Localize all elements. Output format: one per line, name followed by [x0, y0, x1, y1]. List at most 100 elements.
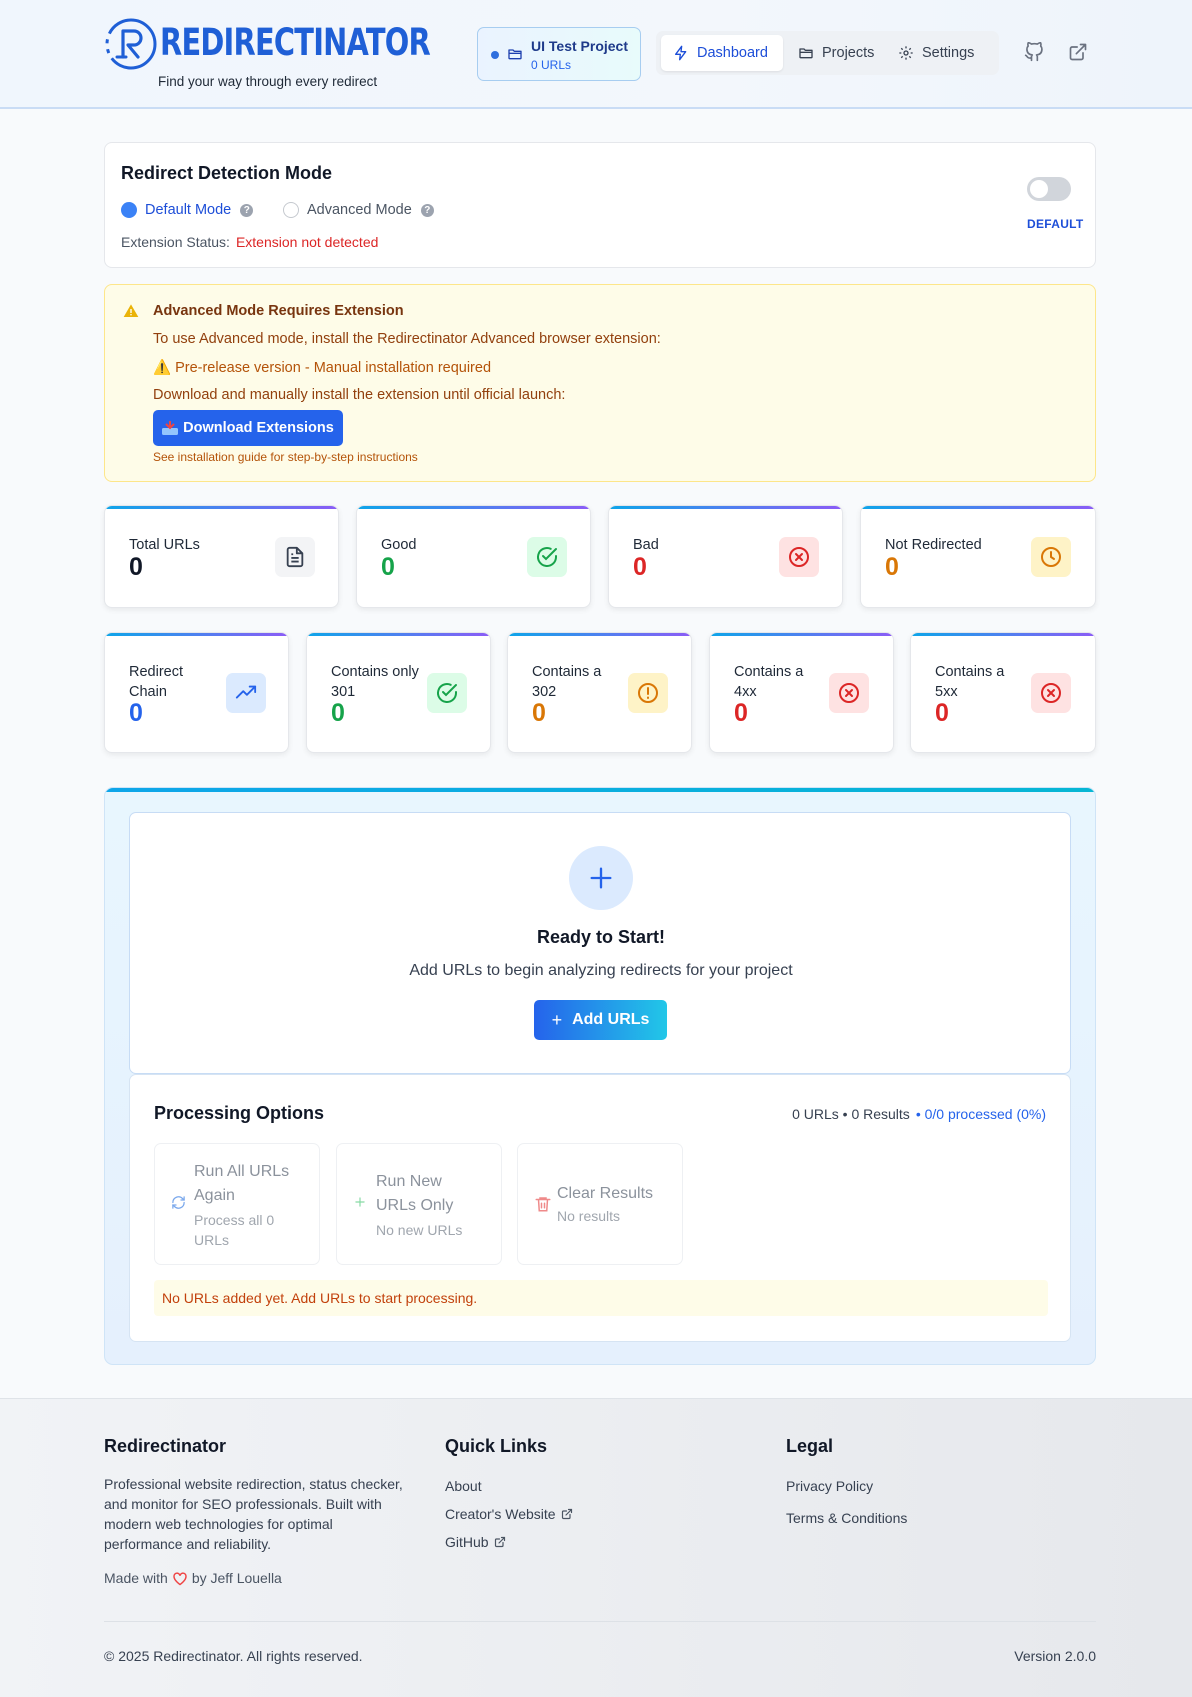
stat-value: 0 — [935, 699, 949, 727]
processing-progress: • 0/0 processed (0%) — [915, 1106, 1046, 1122]
run-new-urls-button[interactable]: Run New URLs Only No new URLs — [336, 1143, 502, 1265]
stat-label: Good — [381, 537, 417, 553]
stat-card-contains-5xx: Contains a 5xx 0 — [910, 632, 1096, 753]
mode-toggle[interactable] — [1027, 177, 1071, 201]
stat-label: Total URLs — [129, 537, 200, 553]
stat-value: 0 — [129, 699, 143, 727]
x-circle-icon — [779, 537, 819, 577]
stat-value: 0 — [633, 553, 647, 581]
processing-counts: 0 URLs • 0 Results — [792, 1106, 910, 1122]
nav-projects-label: Projects — [822, 45, 875, 61]
stat-card-redirect-chain: Redirect Chain 0 — [104, 632, 289, 753]
url-workspace-panel: Ready to Start! Add URLs to begin analyz… — [104, 787, 1096, 1365]
stat-label: Contains a 302 — [532, 664, 602, 700]
download-button-label: Download Extensions — [183, 420, 334, 436]
footer-copyright: © 2025 Redirectinator. All rights reserv… — [104, 1648, 363, 1664]
radio-advanced-mode[interactable]: Advanced Mode ? — [283, 202, 434, 218]
warning-icon — [123, 304, 139, 317]
run-all-urls-button[interactable]: Run All URLs Again Process all 0 URLs — [154, 1143, 320, 1265]
redirect-logo-icon — [105, 18, 157, 70]
nav-settings-label: Settings — [922, 45, 975, 61]
stat-card-not-redirected: Not Redirected 0 — [860, 505, 1096, 608]
empty-state-title: Ready to Start! — [536, 927, 666, 947]
github-icon[interactable] — [1024, 42, 1044, 62]
footer-quick-links-title: Quick Links — [445, 1436, 548, 1456]
footer-legal-title: Legal — [786, 1436, 834, 1456]
add-urls-button[interactable]: + Add URLs — [534, 1000, 667, 1040]
stat-value: 0 — [885, 553, 899, 581]
redirect-mode-card: Redirect Detection Mode Default Mode ? A… — [104, 142, 1096, 268]
stat-label: Contains only 301 — [331, 664, 419, 700]
x-circle-icon — [1031, 673, 1071, 713]
brand-name: REDIRECTINATOR — [160, 21, 431, 64]
radio-selected-indicator — [121, 202, 137, 218]
processing-title: Processing Options — [154, 1103, 325, 1123]
external-link-icon[interactable] — [1068, 42, 1088, 62]
download-extensions-button[interactable]: Download Extensions — [153, 410, 343, 446]
alert-circle-icon — [628, 673, 668, 713]
footer-brand-title: Redirectinator — [104, 1436, 227, 1456]
nav-dashboard-label: Dashboard — [697, 45, 768, 61]
footer-link-about[interactable]: About — [445, 1478, 482, 1494]
processing-options-card: Processing Options 0 URLs • 0 Results • 0… — [129, 1074, 1071, 1342]
stat-value: 0 — [381, 553, 395, 581]
stat-label: Redirect Chain — [129, 664, 183, 700]
radio-unselected-indicator — [283, 202, 299, 218]
refresh-icon — [172, 1196, 185, 1209]
nav-projects[interactable]: Projects — [786, 35, 884, 71]
footer-link-privacy[interactable]: Privacy Policy — [786, 1478, 873, 1494]
project-name: UI Test Project — [531, 38, 628, 54]
installation-guide-link[interactable]: See installation guide for step-by-step … — [153, 450, 418, 464]
check-circle-icon — [427, 673, 467, 713]
stat-value: 0 — [129, 553, 143, 581]
stat-value: 0 — [532, 699, 546, 727]
plus-icon: + — [551, 1009, 563, 1030]
plus-icon — [355, 1197, 365, 1207]
processing-summary: 0 URLs • 0 Results • 0/0 processed (0%) — [792, 1106, 1046, 1122]
page-footer: Redirectinator Professional website redi… — [0, 1398, 1192, 1697]
warning-prerelease: ⚠️ Pre-release version - Manual installa… — [153, 360, 492, 376]
add-urls-label: Add URLs — [572, 1011, 650, 1028]
nav-settings[interactable]: Settings — [888, 35, 994, 71]
extension-status: Extension Status: Extension not detected — [121, 234, 378, 250]
mode-title: Redirect Detection Mode — [121, 163, 333, 183]
radio-default-mode[interactable]: Default Mode ? — [121, 202, 254, 218]
gear-icon — [899, 46, 913, 60]
processing-notice: No URLs added yet. Add URLs to start pro… — [154, 1280, 1048, 1316]
footer-link-creators-website[interactable]: Creator's Website — [445, 1506, 573, 1522]
help-icon[interactable]: ? — [420, 203, 434, 217]
clear-results-button[interactable]: Clear Results No results — [517, 1143, 683, 1265]
current-project-selector[interactable]: UI Test Project 0 URLs — [477, 27, 641, 81]
nav-dashboard[interactable]: Dashboard — [661, 35, 783, 71]
app-header: REDIRECTINATOR Find your way through eve… — [0, 0, 1192, 109]
stat-value: 0 — [734, 699, 748, 727]
stat-card-contains-301: Contains only 301 0 — [306, 632, 491, 753]
footer-link-github[interactable]: GitHub — [445, 1534, 506, 1550]
option-title: Run New URLs Only — [376, 1173, 454, 1214]
extension-warning: Advanced Mode Requires Extension To use … — [104, 284, 1096, 482]
stat-label: Contains a 4xx — [734, 664, 804, 700]
stat-value: 0 — [331, 699, 345, 727]
clock-icon — [1031, 537, 1071, 577]
heart-icon — [173, 1571, 187, 1585]
stat-card-bad: Bad 0 — [608, 505, 843, 608]
help-icon[interactable]: ? — [240, 203, 254, 217]
brand-logo[interactable]: REDIRECTINATOR Find your way through eve… — [104, 17, 431, 92]
default-mode-label: Default Mode — [145, 202, 232, 218]
warning-line-3: Download and manually install the extens… — [153, 387, 566, 403]
option-subtitle: No new URLs — [376, 1222, 463, 1238]
footer-divider — [104, 1621, 1096, 1622]
footer-link-terms[interactable]: Terms & Conditions — [786, 1510, 907, 1526]
footer-made-with: Made with by Jeff Louella — [104, 1570, 282, 1586]
advanced-mode-label: Advanced Mode — [307, 202, 412, 218]
option-subtitle: Process all 0 URLs — [194, 1212, 275, 1248]
folder-icon — [508, 49, 522, 60]
check-circle-icon — [527, 537, 567, 577]
option-title: Clear Results — [557, 1185, 654, 1202]
option-subtitle: No results — [557, 1208, 621, 1224]
stat-card-good: Good 0 — [356, 505, 591, 608]
warning-title: Advanced Mode Requires Extension — [153, 303, 404, 319]
stat-card-contains-4xx: Contains a 4xx 0 — [709, 632, 894, 753]
brand-tagline: Find your way through every redirect — [158, 74, 378, 89]
external-link-icon — [494, 1536, 505, 1548]
